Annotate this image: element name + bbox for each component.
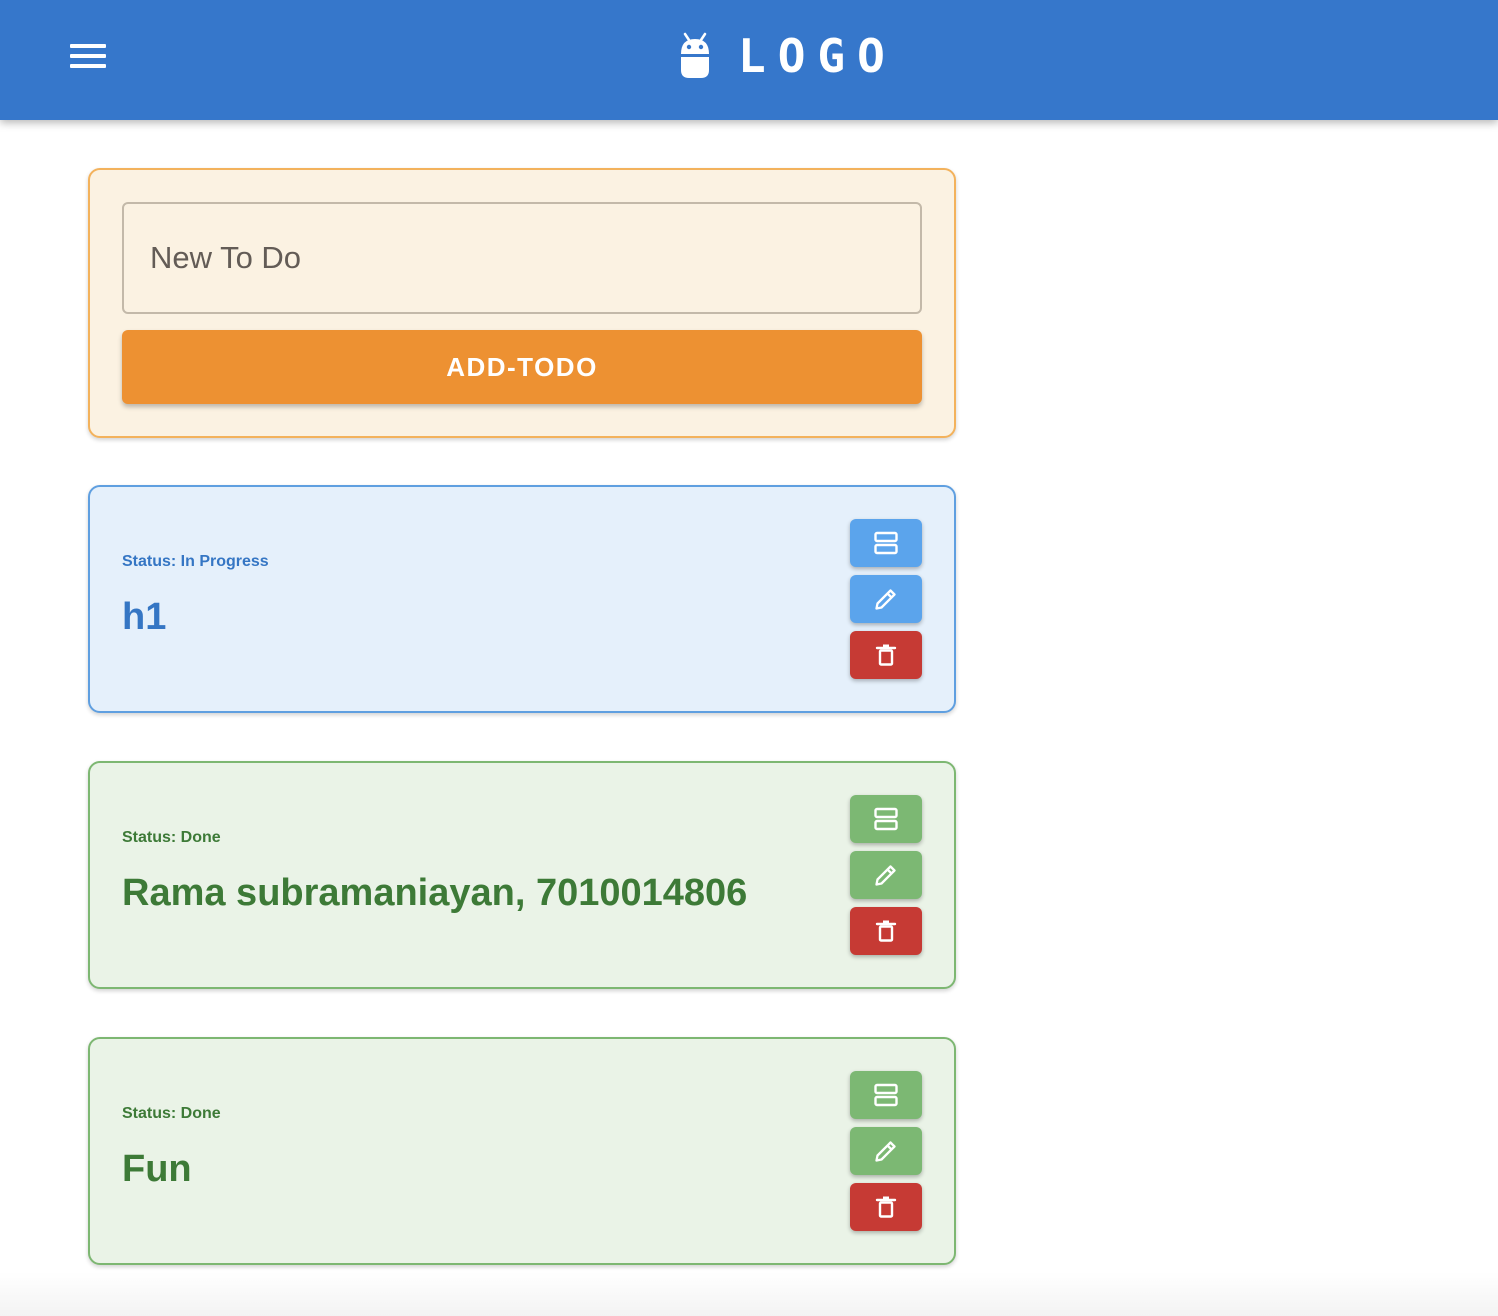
edit-todo-button[interactable] [850, 1127, 922, 1175]
toggle-status-button[interactable] [850, 1071, 922, 1119]
app-bar: LOGO [0, 0, 1498, 120]
todo-status: Status: Done [122, 1105, 221, 1122]
todo-title: Fun [122, 1148, 192, 1190]
todo-card: Status: Done Rama subramaniayan, 7010014… [88, 761, 956, 989]
android-icon [681, 32, 709, 78]
todo-title: h1 [122, 596, 167, 638]
delete-todo-button[interactable] [850, 631, 922, 679]
todo-card: Status: Done Fun [88, 1037, 956, 1265]
new-todo-card: ADD-TODO [88, 168, 956, 438]
pencil-icon [875, 1141, 896, 1162]
todo-status: Status: Done [122, 829, 221, 846]
status-toggle-icon [874, 531, 898, 555]
toggle-status-button[interactable] [850, 519, 922, 567]
pencil-icon [875, 865, 896, 886]
todo-title: Rama subramaniayan, 7010014806 [122, 872, 748, 914]
trash-icon [875, 1196, 897, 1218]
brand-logo: LOGO [674, 28, 897, 84]
status-toggle-icon [874, 1083, 898, 1107]
status-toggle-icon [874, 807, 898, 831]
todo-card: Status: In Progress h1 [88, 485, 956, 713]
trash-icon [875, 644, 897, 666]
todo-status: Status: In Progress [122, 553, 269, 570]
new-todo-input[interactable] [122, 202, 922, 314]
pencil-icon [875, 589, 896, 610]
trash-icon [875, 920, 897, 942]
toggle-status-button[interactable] [850, 795, 922, 843]
delete-todo-button[interactable] [850, 1183, 922, 1231]
edit-todo-button[interactable] [850, 575, 922, 623]
edit-todo-button[interactable] [850, 851, 922, 899]
add-todo-button[interactable]: ADD-TODO [122, 330, 922, 404]
hamburger-menu-icon[interactable] [66, 40, 110, 72]
logo-text: LOGO [738, 29, 897, 83]
bottom-scroll-fade [0, 1272, 1498, 1316]
delete-todo-button[interactable] [850, 907, 922, 955]
